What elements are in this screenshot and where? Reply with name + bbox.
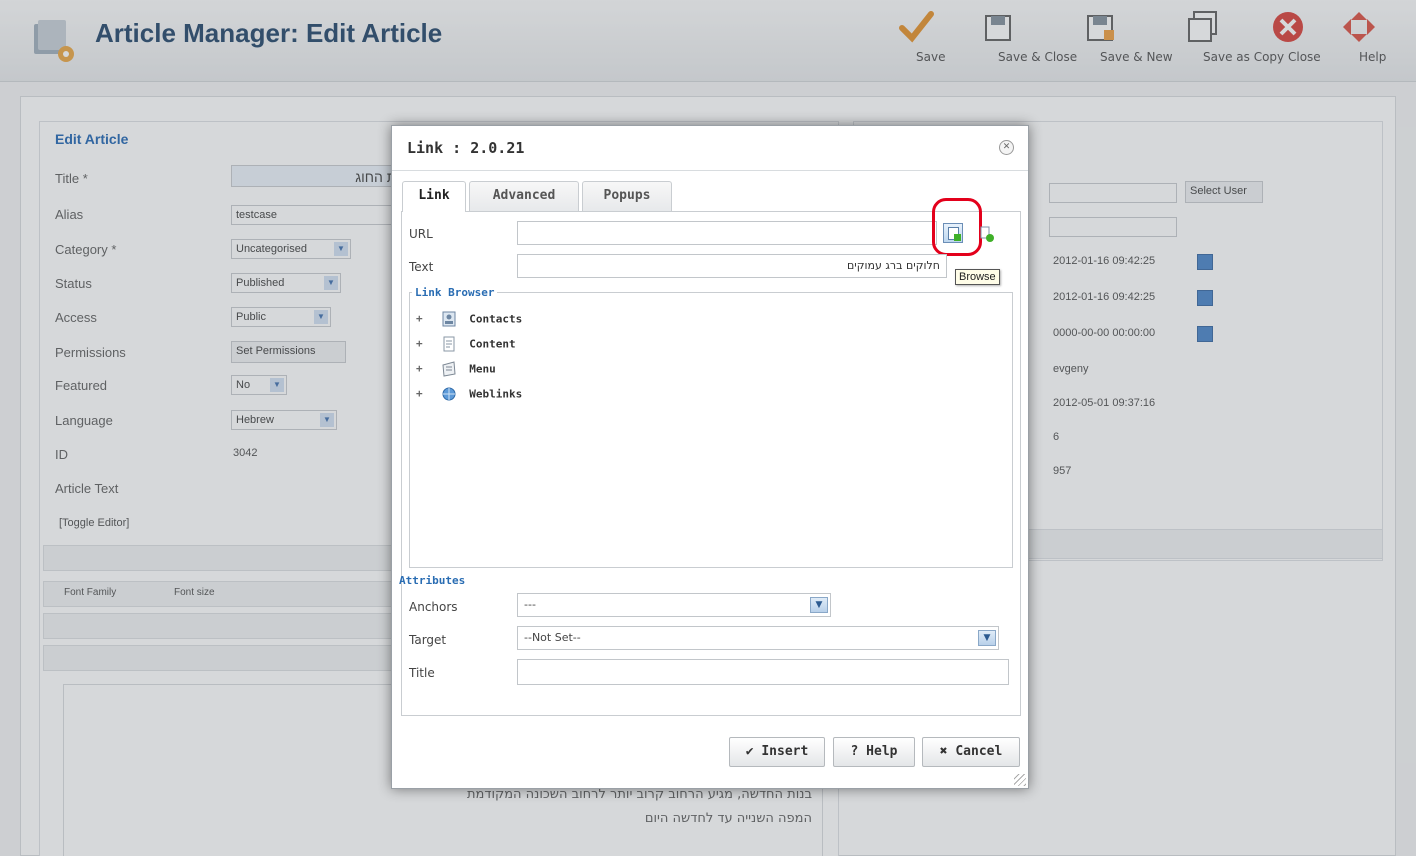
link-browser-group (409, 292, 1013, 568)
resize-handle[interactable] (1014, 774, 1026, 786)
title-attr-input[interactable] (517, 659, 1009, 685)
link-tab-panel: URL Browse Text חלוקים ברג עמוקים Link B… (399, 198, 1021, 716)
menu-icon (442, 361, 456, 377)
add-link-icon[interactable] (979, 226, 995, 242)
insert-button[interactable]: ✔ Insert (729, 737, 825, 767)
link-text-input[interactable]: חלוקים ברג עמוקים (517, 254, 947, 278)
browse-tooltip: Browse (955, 269, 1000, 285)
chevron-down-icon: ▼ (978, 630, 996, 646)
link-browser-legend: Link Browser (412, 286, 498, 299)
target-label: Target (409, 633, 447, 647)
cancel-button[interactable]: ✖ Cancel (922, 737, 1020, 767)
help-button[interactable]: ? Help (833, 737, 915, 767)
expand-icon[interactable]: + (416, 362, 428, 375)
dialog-close-icon[interactable]: ✕ (999, 140, 1014, 155)
tree-label: Content (469, 337, 516, 351)
tree-item-menu[interactable]: + Menu (416, 361, 496, 381)
target-select[interactable]: --Not Set-- ▼ (517, 626, 999, 650)
text-label: Text (409, 260, 434, 274)
dialog-divider (392, 170, 1028, 171)
anchors-label: Anchors (409, 600, 458, 614)
chevron-down-icon: ▼ (810, 597, 828, 613)
tab-link[interactable]: Link (402, 181, 466, 212)
weblinks-icon (442, 387, 456, 401)
tree-label: Weblinks (469, 387, 523, 401)
expand-icon[interactable]: + (416, 337, 428, 350)
expand-icon[interactable]: + (416, 312, 428, 325)
content-icon (443, 336, 455, 352)
tree-item-contacts[interactable]: + Contacts (416, 311, 522, 331)
title-attr-label: Title (409, 666, 435, 680)
tab-popups[interactable]: Popups (582, 181, 672, 211)
anchors-select[interactable]: --- ▼ (517, 593, 831, 617)
tree-item-weblinks[interactable]: + Weblinks (416, 386, 522, 406)
link-dialog: Link : 2.0.21 ✕ Link Advanced Popups URL… (391, 125, 1029, 789)
anchors-value: --- (524, 598, 536, 611)
expand-icon[interactable]: + (416, 387, 428, 400)
contacts-icon (442, 311, 456, 327)
url-input[interactable] (517, 221, 937, 245)
tree-item-content[interactable]: + Content (416, 336, 516, 356)
attributes-label: Attributes (399, 574, 466, 587)
target-value: --Not Set-- (524, 631, 581, 644)
tree-label: Contacts (469, 312, 523, 326)
browse-button[interactable] (943, 223, 963, 243)
tree-label: Menu (469, 362, 496, 376)
dialog-title: Link : 2.0.21 (407, 139, 525, 157)
tab-advanced[interactable]: Advanced (469, 181, 579, 211)
url-label: URL (409, 227, 433, 241)
browse-arrow-icon (954, 234, 961, 241)
